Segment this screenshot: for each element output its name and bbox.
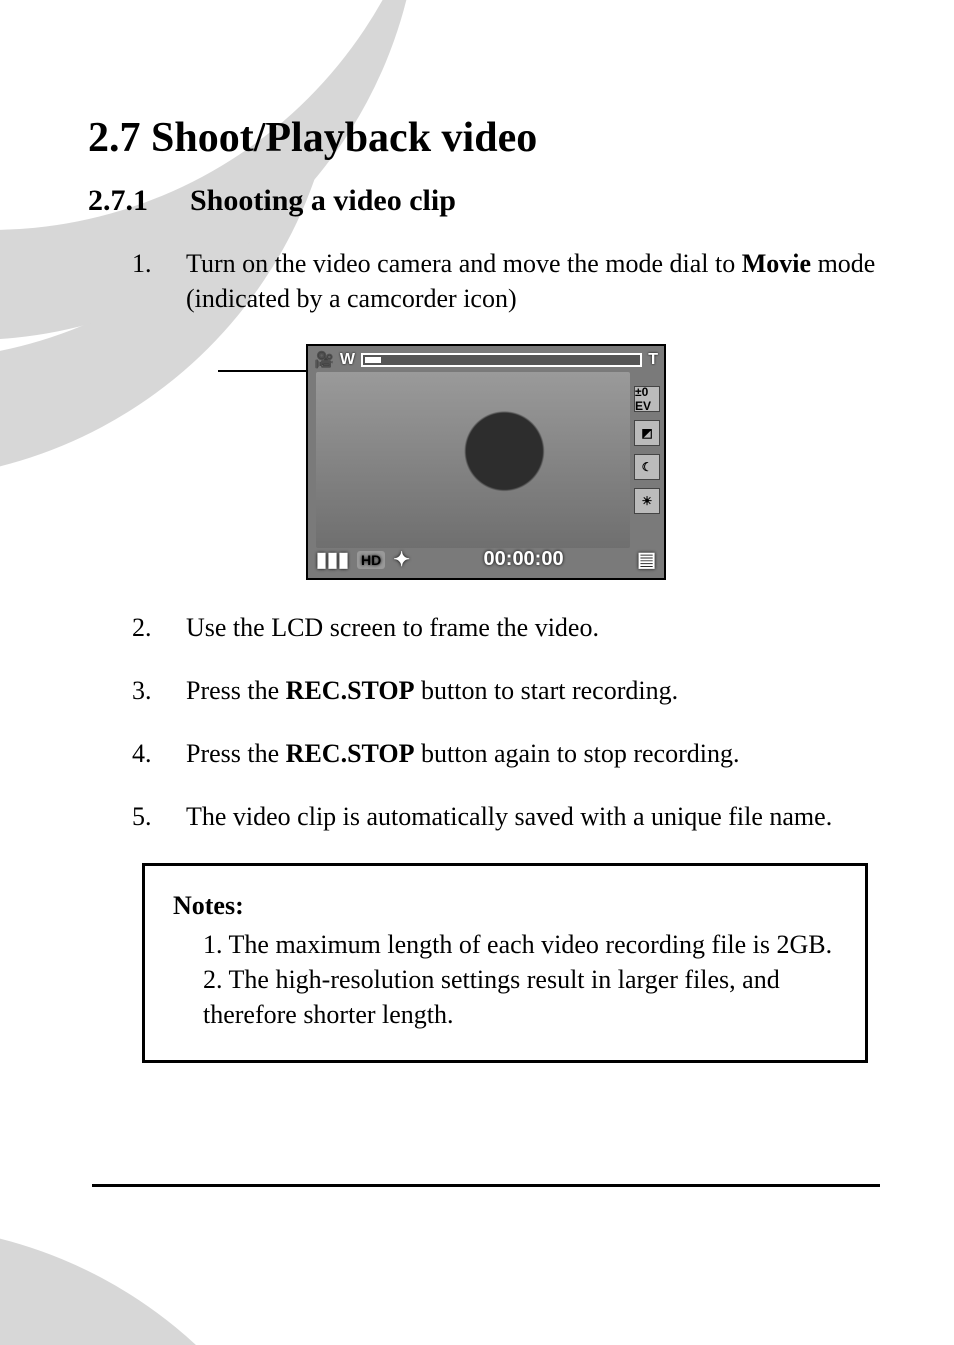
zoom-bar xyxy=(361,353,642,367)
section-heading: 2.7 Shoot/Playback video xyxy=(88,114,878,162)
card-icon: ▤ xyxy=(637,547,656,572)
decor-swoosh xyxy=(0,1225,340,1345)
footer-rule xyxy=(92,1184,880,1187)
notes-item: 1. The maximum length of each video reco… xyxy=(203,927,837,962)
sun-icon: ☀ xyxy=(634,488,660,514)
step-text: Press the xyxy=(186,739,286,768)
step-text: button again to stop recording. xyxy=(415,739,740,768)
step-text: Turn on the video camera and move the mo… xyxy=(186,249,742,278)
step-text: Press the xyxy=(186,676,286,705)
step-bold: REC.STOP xyxy=(286,739,415,768)
timer-readout: 00:00:00 xyxy=(484,548,564,571)
notes-title: Notes: xyxy=(173,888,837,923)
step-item: 2. Use the LCD screen to frame the video… xyxy=(88,610,878,645)
step-text: The video clip is automatically saved wi… xyxy=(186,802,832,831)
step-number: 2. xyxy=(88,610,148,645)
subsection-title: Shooting a video clip xyxy=(190,184,456,218)
step-bold: Movie xyxy=(742,249,811,278)
step-number: 3. xyxy=(88,673,148,708)
zoom-tele-label: T xyxy=(648,351,658,369)
night-icon: ☾ xyxy=(634,454,660,480)
ev-badge: ±0 EV xyxy=(634,386,660,412)
notes-item: 2. The high-resolution settings result i… xyxy=(203,962,837,1032)
step-item: 1. Turn on the video camera and move the… xyxy=(88,246,878,316)
callout-leader-line xyxy=(218,370,306,372)
hd-badge: HD xyxy=(357,551,385,569)
step-item: 4. Press the REC.STOP button again to st… xyxy=(88,736,878,771)
step-item: 5. The video clip is automatically saved… xyxy=(88,799,878,834)
step-item: 3. Press the REC.STOP button to start re… xyxy=(88,673,878,708)
zoom-wide-label: W xyxy=(340,351,355,369)
battery-icon: ▮▮▮ xyxy=(316,547,349,572)
notes-box: Notes: 1. The maximum length of each vid… xyxy=(142,863,868,1063)
step-bold: REC.STOP xyxy=(286,676,415,705)
focus-icon: ✦ xyxy=(393,547,410,572)
lcd-scene-image xyxy=(316,372,630,548)
step-text: button to start recording. xyxy=(415,676,679,705)
step-number: 4. xyxy=(88,736,148,771)
camcorder-icon: 🎥 xyxy=(314,350,334,370)
step-number: 5. xyxy=(88,799,148,834)
step-text: Use the LCD screen to frame the video. xyxy=(186,613,599,642)
wb-icon: ◩ xyxy=(634,420,660,446)
subsection-number: 2.7.1 xyxy=(88,184,148,218)
step-number: 1. xyxy=(88,246,148,316)
lcd-preview: 🎥 W T ±0 EV ◩ ☾ ☀ ▮▮▮ HD ✦ xyxy=(306,344,666,580)
